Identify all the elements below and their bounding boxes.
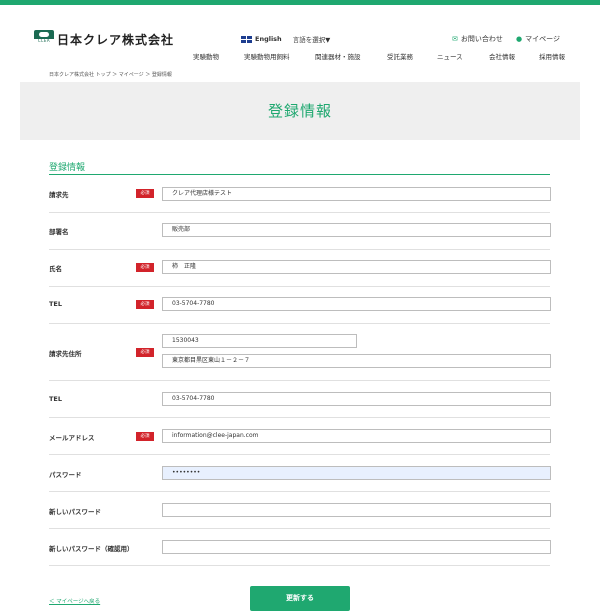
email-label: メールアドレス bbox=[49, 434, 95, 442]
contact-link[interactable]: ✉ お問い合わせ bbox=[452, 34, 503, 44]
language-dropdown[interactable]: 言語を選択▼ bbox=[293, 34, 331, 44]
clea-logo-icon[interactable]: CLEA bbox=[34, 30, 54, 43]
required-badge: 必須 bbox=[136, 300, 154, 309]
tel-label: TEL bbox=[49, 300, 63, 308]
confirm-password-input[interactable] bbox=[162, 540, 551, 554]
tel2-label: TEL bbox=[49, 395, 63, 403]
required-badge: 必須 bbox=[136, 348, 154, 357]
row-divider bbox=[49, 380, 550, 381]
full-name-label: 氏名 bbox=[49, 265, 62, 273]
tel2-input[interactable]: 03-5704-7780 bbox=[162, 392, 551, 406]
password-input[interactable]: •••••••• bbox=[162, 466, 551, 480]
row-divider bbox=[49, 249, 550, 250]
tel-input[interactable]: 03-5704-7780 bbox=[162, 297, 551, 311]
postal-code-input[interactable]: 1530043 bbox=[162, 334, 357, 348]
envelope-icon: ✉ bbox=[452, 35, 458, 43]
nav-recruit[interactable]: 採用情報 bbox=[539, 51, 565, 61]
update-button[interactable]: 更新する bbox=[250, 586, 350, 611]
nav-company[interactable]: 会社情報 bbox=[489, 51, 515, 61]
user-icon: ● bbox=[516, 35, 523, 43]
language-selector[interactable]: English 言語を選択▼ bbox=[241, 34, 330, 44]
section-divider bbox=[49, 174, 550, 175]
billing-name-input[interactable]: クレア代理店様テスト bbox=[162, 187, 551, 201]
row-divider bbox=[49, 286, 550, 287]
uk-flag-icon bbox=[241, 35, 252, 43]
row-divider bbox=[49, 491, 550, 492]
breadcrumb[interactable]: 日本クレア株式会社 トップ ＞ マイページ ＞ 登録情報 bbox=[49, 71, 172, 78]
required-badge: 必須 bbox=[136, 263, 154, 272]
nav-contract[interactable]: 受託業務 bbox=[387, 51, 413, 61]
row-divider bbox=[49, 528, 550, 529]
row-divider bbox=[49, 454, 550, 455]
site-header: CLEA 日本クレア株式会社 English 言語を選択▼ ✉ お問い合わせ ●… bbox=[0, 5, 600, 61]
row-divider bbox=[49, 417, 550, 418]
page-title: 登録情報 bbox=[267, 102, 332, 120]
company-name[interactable]: 日本クレア株式会社 bbox=[57, 31, 174, 48]
email-input[interactable]: information@clee-japan.com bbox=[162, 429, 551, 443]
billing-name-label: 請求先 bbox=[49, 191, 69, 199]
nav-feed[interactable]: 実験動物用飼料 bbox=[244, 51, 290, 61]
english-link[interactable]: English bbox=[255, 35, 282, 43]
nav-animals[interactable]: 実験動物 bbox=[193, 51, 219, 61]
back-to-mypage-link[interactable]: ＜ マイページへ戻る bbox=[49, 597, 100, 605]
address-input[interactable]: 東京都目黒区東山１－２－７ bbox=[162, 354, 551, 368]
page-hero: 登録情報 bbox=[20, 82, 580, 140]
department-input[interactable]: 販売部 bbox=[162, 223, 551, 237]
billing-address-label: 請求先住所 bbox=[49, 350, 82, 358]
required-badge: 必須 bbox=[136, 189, 154, 198]
nav-equipment[interactable]: 関連器材・施設 bbox=[315, 51, 361, 61]
password-label: パスワード bbox=[49, 471, 82, 479]
nav-news[interactable]: ニュース bbox=[437, 51, 463, 61]
new-password-label: 新しいパスワード bbox=[49, 508, 101, 516]
confirm-password-label: 新しいパスワード（確認用） bbox=[49, 545, 134, 553]
row-divider bbox=[49, 323, 550, 324]
required-badge: 必須 bbox=[136, 432, 154, 441]
full-name-input[interactable]: 柿 正隆 bbox=[162, 260, 551, 274]
new-password-input[interactable] bbox=[162, 503, 551, 517]
department-label: 部署名 bbox=[49, 228, 69, 236]
mypage-link[interactable]: ● マイページ bbox=[516, 34, 560, 44]
section-title: 登録情報 bbox=[49, 163, 86, 173]
row-divider bbox=[49, 212, 550, 213]
row-divider bbox=[49, 565, 550, 566]
